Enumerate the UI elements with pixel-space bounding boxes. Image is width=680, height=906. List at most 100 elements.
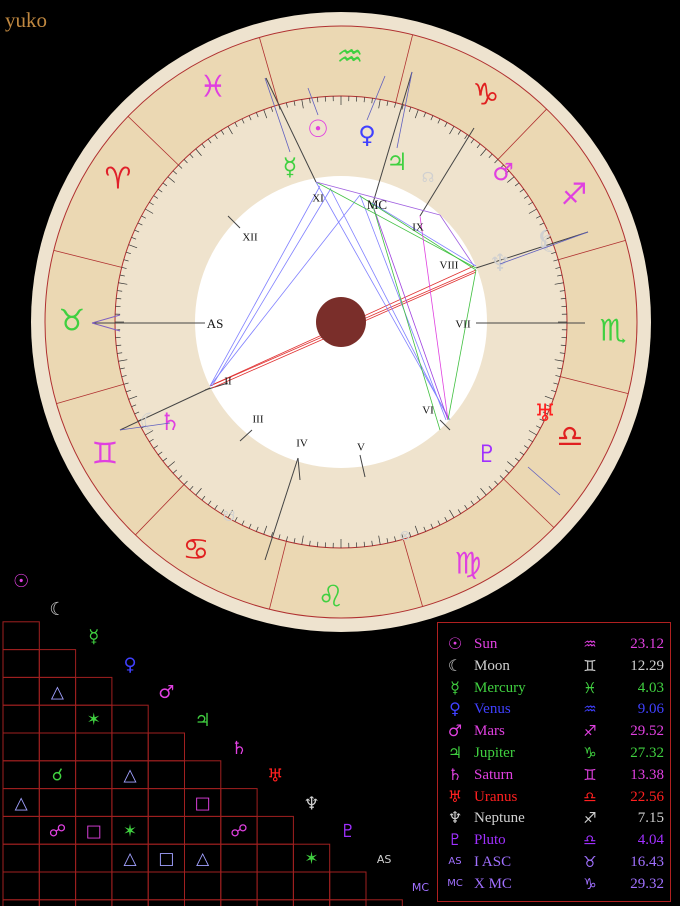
legend-degree: 27.32 bbox=[630, 745, 664, 761]
grid-header-glyph: ♀ bbox=[123, 654, 136, 675]
libra-sign-icon: ♎ bbox=[557, 420, 584, 455]
legend-planet-icon: ♆ bbox=[447, 808, 463, 828]
aspect-symbol: □ bbox=[195, 794, 211, 814]
legend-planet-icon: ♀ bbox=[449, 699, 461, 719]
legend-degree: 29.52 bbox=[630, 723, 664, 740]
legend-degree: 16.43 bbox=[630, 854, 664, 870]
legend-planet-icon: ♅ bbox=[447, 786, 463, 806]
legend-row: ♀ Venus ♒ 9.06 bbox=[438, 698, 672, 720]
mercury-icon: ☿ bbox=[283, 153, 298, 181]
grid-header-glyph: ☾ bbox=[49, 599, 65, 620]
legend-planet-icon: AS bbox=[448, 856, 462, 867]
grid-cell bbox=[220, 843, 258, 873]
legend-degree: 4.03 bbox=[637, 679, 664, 696]
south-node-icon: ☋ bbox=[223, 509, 235, 525]
legend-planet-name: Mars bbox=[474, 723, 505, 740]
legend-degree: 12.29 bbox=[630, 657, 664, 674]
grid-cell bbox=[292, 871, 331, 901]
grid-cell bbox=[256, 815, 294, 845]
astrology-chart-page: yuko ♈ ♉ ♊ ♋ ♌ ♍ ♎ ♏ ♐ ♑ ♒ ♓ AS II III IV V VI VII VIII IX M… bbox=[0, 0, 680, 906]
grid-cell bbox=[2, 843, 40, 873]
grid-cell bbox=[75, 871, 113, 901]
grid-header-glyph: ♇ bbox=[340, 821, 356, 842]
grid-header-glyph: ♃ bbox=[195, 710, 211, 731]
grid-cell bbox=[111, 788, 149, 817]
legend-degree: 29.32 bbox=[630, 875, 664, 892]
house-label: II bbox=[224, 376, 232, 388]
grid-header-glyph: ☉ bbox=[13, 571, 29, 592]
grid-cell bbox=[256, 843, 294, 873]
aspect-symbol: △ bbox=[51, 682, 65, 702]
grid-cell bbox=[2, 871, 40, 901]
aspect-symbol: △ bbox=[196, 849, 210, 869]
legend-sign-icon: ♓ bbox=[583, 678, 597, 697]
gemini-sign-icon: ♊ bbox=[92, 437, 119, 472]
house-label: XI bbox=[312, 193, 324, 205]
aspect-symbol: ☌ bbox=[52, 766, 63, 786]
grid-cell bbox=[147, 871, 185, 901]
legend-planet-name: Mercury bbox=[474, 679, 526, 696]
legend-sign-icon: ♉ bbox=[583, 853, 597, 871]
grid-header-glyph: ♆ bbox=[303, 793, 319, 814]
legend-row: ☿ Mercury ♓ 4.03 bbox=[438, 677, 672, 699]
legend-planet-name: Neptune bbox=[474, 810, 525, 827]
aspect-symbol: △ bbox=[124, 849, 138, 869]
aspect-symbol: ☍ bbox=[49, 821, 66, 841]
legend-sign-icon: ♑ bbox=[583, 874, 597, 893]
house-label: IX bbox=[412, 222, 424, 234]
house-label: VII bbox=[455, 319, 471, 331]
legend-degree: 23.12 bbox=[630, 636, 664, 652]
fortune-icon: ⊗ bbox=[399, 528, 411, 544]
grid-cell bbox=[75, 788, 113, 817]
grid-cell bbox=[147, 815, 185, 845]
legend-planet-name: Moon bbox=[474, 657, 510, 674]
grid-cell bbox=[38, 732, 77, 762]
legend-planet-name: Pluto bbox=[474, 832, 506, 849]
legend-sign-icon: ♐ bbox=[583, 809, 597, 828]
aspect-symbol: □ bbox=[158, 849, 174, 869]
grid-cell bbox=[184, 815, 222, 845]
grid-cell bbox=[184, 871, 222, 901]
legend-planet-icon: ♄ bbox=[447, 764, 463, 784]
legend-planet-name: Saturn bbox=[474, 766, 514, 783]
grid-header-glyph: ♅ bbox=[267, 766, 283, 787]
legend-planet-icon: MC bbox=[447, 877, 463, 889]
grid-cell bbox=[329, 871, 367, 901]
sagittarius-sign-icon: ♐ bbox=[561, 178, 588, 213]
aspect-symbol: ☍ bbox=[230, 821, 247, 841]
aquarius-sign-icon: ♒ bbox=[337, 40, 364, 75]
legend-row: ☉ Sun ♒ 23.12 bbox=[438, 633, 672, 655]
legend-sign-icon: ♊ bbox=[583, 656, 597, 675]
grid-cell bbox=[2, 760, 40, 790]
grid-cell bbox=[2, 704, 40, 734]
house-label: III bbox=[253, 414, 264, 426]
grid-cell bbox=[111, 871, 149, 901]
legend-sign-icon: ♒ bbox=[583, 635, 597, 653]
grid-cell bbox=[147, 732, 185, 762]
grid-cell bbox=[292, 899, 331, 906]
pisces-sign-icon: ♓ bbox=[200, 70, 227, 105]
house-label: MC bbox=[367, 197, 387, 212]
legend-planet-name: Venus bbox=[474, 701, 511, 718]
mars-icon: ♂ bbox=[492, 158, 514, 186]
legend-planet-name: I ASC bbox=[474, 854, 512, 870]
virgo-sign-icon: ♍ bbox=[455, 547, 482, 582]
moon-icon: ☾ bbox=[139, 408, 161, 436]
node-icon: ☊ bbox=[422, 170, 434, 186]
legend-row: AS I ASC ♉ 16.43 bbox=[438, 851, 672, 873]
grid-cell bbox=[147, 760, 185, 790]
grid-cell bbox=[38, 649, 77, 678]
aspect-symbol: △ bbox=[124, 766, 138, 786]
legend-sign-icon: ♐ bbox=[583, 722, 597, 741]
grid-header-glyph: ♄ bbox=[231, 738, 247, 759]
legend-row: MC X MC ♑ 29.32 bbox=[438, 873, 672, 895]
legend-degree: 22.56 bbox=[630, 788, 664, 805]
legend-degree: 13.38 bbox=[630, 766, 664, 783]
legend-sign-icon: ♊ bbox=[583, 765, 597, 784]
grid-cell bbox=[75, 760, 113, 790]
grid-cell bbox=[2, 621, 40, 651]
legend-row: ♆ Neptune ♐ 7.15 bbox=[438, 807, 672, 829]
grid-cell bbox=[256, 871, 294, 901]
aspect-symbol: □ bbox=[86, 821, 102, 841]
grid-cell bbox=[220, 899, 258, 906]
